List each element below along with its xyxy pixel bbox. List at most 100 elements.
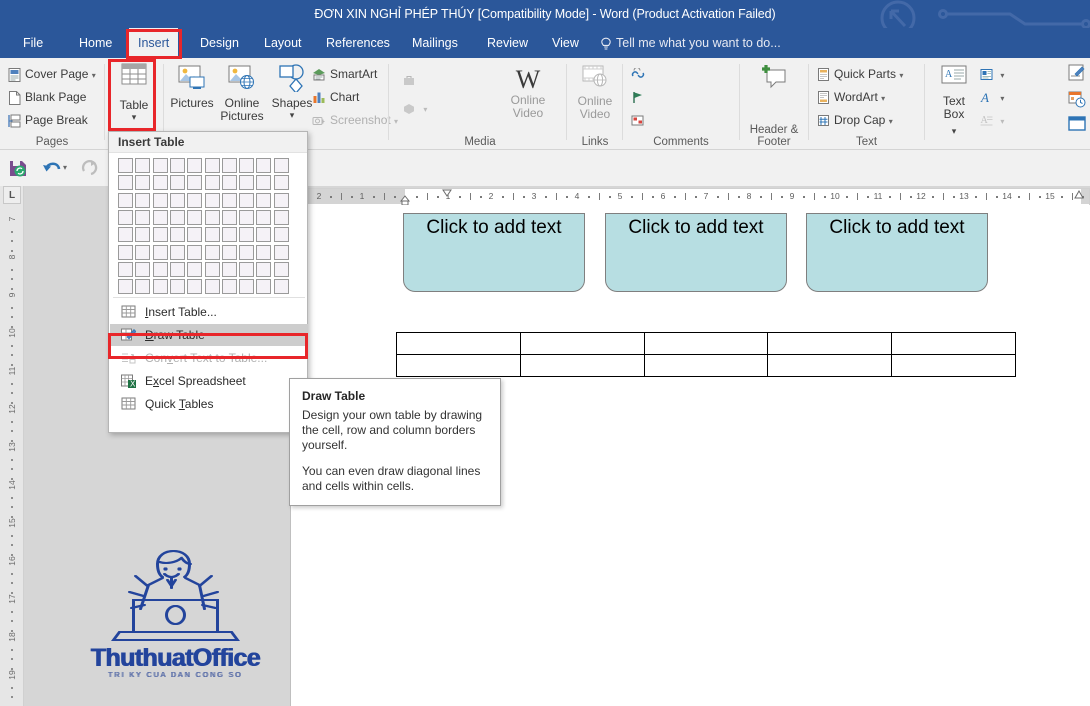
table-size-cell-2-10[interactable] [273,175,289,191]
table-size-cell-3-2[interactable] [135,192,151,208]
chevron-down-icon[interactable]: ▾ [952,126,957,136]
table-size-cell-4-6[interactable] [204,209,220,225]
table-size-cell-5-3[interactable] [152,227,168,243]
table-size-cell-5-10[interactable] [273,227,289,243]
table-cell[interactable] [891,354,1016,377]
table-size-cell-5-1[interactable] [118,227,133,243]
table-size-cell-8-1[interactable] [118,279,133,295]
table-size-cell-7-5[interactable] [187,261,203,277]
table-size-cell-8-2[interactable] [135,279,151,295]
table-size-cell-8-4[interactable] [169,279,185,295]
table-size-cell-1-8[interactable] [239,158,255,173]
my-addins-button[interactable]: ▾ [402,100,427,118]
table-cell[interactable] [643,332,769,355]
tab-references[interactable]: References [317,28,399,58]
table-size-cell-6-10[interactable] [273,244,289,260]
redo-button[interactable] [80,159,100,182]
table-size-cell-8-8[interactable] [239,279,255,295]
table-size-cell-6-1[interactable] [118,244,133,260]
table-size-cell-7-9[interactable] [256,261,272,277]
menu-item-excel-spreadsheet[interactable]: X Excel Spreadsheet [110,370,308,392]
menu-item-quick-tables[interactable]: Quick Tables [110,393,308,415]
table-size-cell-6-6[interactable] [204,244,220,260]
tell-me-box[interactable]: Tell me what you want to do... [600,28,781,58]
table-size-cell-5-7[interactable] [221,227,237,243]
table-size-cell-7-8[interactable] [239,261,255,277]
table-dropdown-menu[interactable]: Insert Table Insert Table... Draw Table [108,131,308,433]
table-cell[interactable] [891,332,1016,355]
tab-mailings[interactable]: Mailings [403,28,467,58]
vertical-ruler[interactable]: L 7 8 9 10 11 12 13 14 15 16 17 18 19 [0,186,24,706]
chevron-down-icon[interactable]: ▾ [63,163,67,172]
table-size-cell-7-4[interactable] [169,261,185,277]
text-placeholder-box[interactable]: Click to add text [605,213,787,292]
tab-insert[interactable]: Insert [129,28,179,58]
wordart-button[interactable]: A ▾ [980,89,1004,107]
table-size-cell-5-8[interactable] [239,227,255,243]
document-table[interactable] [396,332,1016,377]
table-size-cell-1-9[interactable] [256,158,272,173]
table-size-cell-4-8[interactable] [239,209,255,225]
table-size-cell-1-2[interactable] [135,158,151,173]
table-size-cell-2-5[interactable] [187,175,203,191]
table-size-cell-1-4[interactable] [169,158,185,173]
horizontal-ruler[interactable]: 2 1 1 2 3 4 5 6 7 8 9 10 11 12 13 14 15 [290,188,1090,205]
footer-button[interactable]: WordArt ▾ [817,89,885,107]
table-size-cell-3-6[interactable] [204,192,220,208]
chevron-down-icon[interactable]: ▾ [92,71,96,80]
blank-page-button[interactable]: Blank Page [8,89,86,105]
bookmark-button[interactable] [631,89,649,105]
chevron-down-icon[interactable]: ▾ [108,112,160,123]
table-size-cell-1-10[interactable] [273,158,289,173]
table-size-cell-1-3[interactable] [152,158,168,173]
hyperlink-button[interactable] [631,66,649,82]
table-size-cell-2-9[interactable] [256,175,272,191]
table-size-cell-3-8[interactable] [239,192,255,208]
table-size-cell-2-1[interactable] [118,175,133,191]
wikipedia-button[interactable]: W Online Video [495,66,561,120]
tab-home[interactable]: Home [70,28,121,58]
table-size-cell-5-4[interactable] [169,227,185,243]
table-size-cell-4-7[interactable] [221,209,237,225]
comment-button[interactable] [746,64,804,97]
table-cell[interactable] [519,354,645,377]
table-size-cell-4-9[interactable] [256,209,272,225]
text-placeholder-box[interactable]: Click to add text [403,213,585,292]
drop-cap-button[interactable]: A ▾ [980,112,1004,130]
screenshot-button[interactable]: Screenshot ▾ [312,112,398,130]
table-size-cell-7-6[interactable] [204,261,220,277]
tab-layout[interactable]: Layout [255,28,311,58]
table-size-cell-2-3[interactable] [152,175,168,191]
table-size-cell-1-5[interactable] [187,158,203,173]
chevron-down-icon[interactable]: ▾ [1000,117,1004,126]
online-video-button[interactable]: Online Video [571,64,619,121]
online-pictures-button[interactable]: Online Pictures [216,64,268,123]
object-button[interactable] [1068,116,1086,137]
chevron-down-icon[interactable]: ▾ [1000,94,1004,103]
table-size-cell-3-3[interactable] [152,192,168,208]
table-cell[interactable] [396,332,521,355]
menu-item-insert-table[interactable]: Insert Table... [110,301,308,323]
tab-stop-selector[interactable]: L [3,186,21,204]
table-size-cell-6-2[interactable] [135,244,151,260]
table-size-cell-3-4[interactable] [169,192,185,208]
store-button[interactable] [402,72,420,88]
table-size-cell-6-7[interactable] [221,244,237,260]
signature-line-button[interactable] [1068,64,1086,87]
table-size-cell-5-6[interactable] [204,227,220,243]
chevron-down-icon[interactable]: ▾ [423,105,427,114]
table-size-cell-8-6[interactable] [204,279,220,295]
cover-page-button[interactable]: Cover Page ▾ [8,66,96,84]
table-size-cell-8-10[interactable] [273,279,289,295]
table-size-cell-1-1[interactable] [118,158,133,173]
table-size-cell-2-8[interactable] [239,175,255,191]
pictures-button[interactable]: Pictures [167,64,217,110]
table-size-cell-7-1[interactable] [118,261,133,277]
text-box-button[interactable]: A Text Box ▾ [931,64,977,139]
table-size-cell-5-9[interactable] [256,227,272,243]
table-size-cell-6-8[interactable] [239,244,255,260]
left-indent-marker[interactable] [398,189,412,205]
table-size-cell-8-7[interactable] [221,279,237,295]
undo-button[interactable]: ▾ [42,159,67,182]
table-size-cell-8-3[interactable] [152,279,168,295]
